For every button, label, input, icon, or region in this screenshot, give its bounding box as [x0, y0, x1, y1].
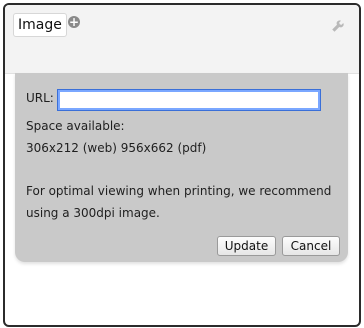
plus-circle-icon[interactable]: +: [68, 16, 80, 28]
url-label: URL:: [26, 91, 54, 105]
url-input[interactable]: [57, 89, 321, 111]
image-settings-panel: URL: Space available: 306x212 (web) 956x…: [15, 73, 348, 262]
image-widget-dialog: Image + URL: Space available: 306x212 (w…: [3, 3, 361, 327]
widget-header: Image +: [5, 5, 359, 74]
update-button[interactable]: Update: [217, 236, 276, 256]
print-recommendation-line-1: For optimal viewing when printing, we re…: [26, 184, 332, 198]
tab-image[interactable]: Image: [13, 13, 67, 37]
space-available-value: 306x212 (web) 956x662 (pdf): [26, 141, 207, 155]
print-recommendation-line-2: using a 300dpi image.: [26, 206, 160, 220]
cancel-button[interactable]: Cancel: [282, 236, 340, 256]
space-available-label: Space available:: [26, 119, 125, 133]
wrench-icon[interactable]: [330, 16, 348, 34]
